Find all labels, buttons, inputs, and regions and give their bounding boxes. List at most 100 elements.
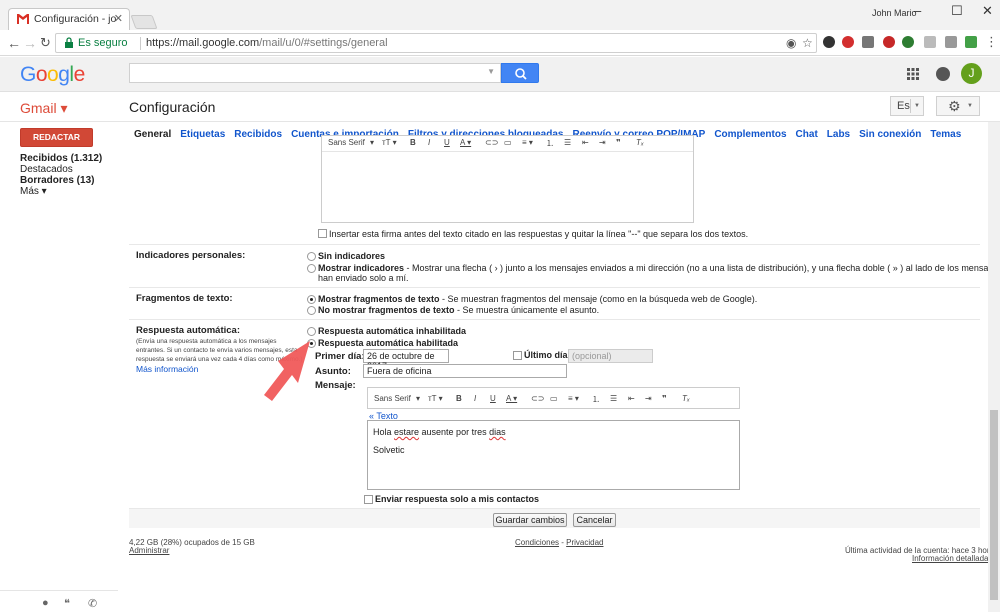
italic-icon[interactable]: I: [428, 138, 430, 147]
indent-more-icon[interactable]: ⇥: [599, 138, 606, 147]
link-icon[interactable]: ⊂⊃: [485, 138, 498, 147]
manage-storage-link[interactable]: Administrar: [129, 546, 169, 555]
sidebar-item-inbox[interactable]: Recibidos (1.312): [20, 153, 102, 164]
bookmark-star-icon[interactable]: ☆: [802, 36, 813, 50]
no-indicators-radio[interactable]: [307, 252, 316, 261]
link-icon[interactable]: ⊂⊃: [531, 394, 544, 403]
contacts-only-checkbox[interactable]: [364, 495, 373, 504]
lock-icon: [65, 37, 73, 48]
gmail-menu[interactable]: Gmail ▾: [20, 100, 67, 117]
show-snippets-radio[interactable]: [307, 295, 316, 304]
tab-labs[interactable]: Labs: [827, 129, 850, 140]
forward-icon[interactable]: →: [23, 35, 37, 51]
font-size-icon[interactable]: тT ▾: [382, 138, 397, 147]
bulleted-list-icon[interactable]: ☰: [564, 138, 571, 147]
quote-icon[interactable]: ❞: [662, 394, 667, 403]
extension-icon[interactable]: [965, 36, 977, 48]
underline-icon[interactable]: U: [490, 394, 496, 403]
numbered-list-icon[interactable]: ⒈: [592, 394, 600, 405]
last-day-checkbox[interactable]: [513, 351, 522, 360]
eye-icon[interactable]: ◉: [786, 36, 796, 50]
align-icon[interactable]: ≡ ▾: [522, 138, 533, 147]
extension-icon[interactable]: [862, 36, 874, 48]
more-info-link[interactable]: Más información: [136, 364, 198, 374]
activity-details-link[interactable]: Información detallada: [912, 554, 989, 563]
close-tab-icon[interactable]: ✕: [114, 12, 123, 25]
hide-snippets-radio[interactable]: [307, 306, 316, 315]
first-day-input[interactable]: 26 de octubre de 2017: [363, 349, 449, 371]
minimize-icon[interactable]: –: [914, 3, 921, 18]
address-bar[interactable]: Es seguro https://mail.google.com/mail/u…: [55, 33, 817, 53]
tab-chat[interactable]: Chat: [796, 129, 818, 140]
signature-placement-checkbox[interactable]: [318, 229, 327, 238]
bold-icon[interactable]: B: [456, 394, 462, 403]
language-button[interactable]: Es ▼: [890, 96, 924, 116]
subject-input[interactable]: Fuera de oficina: [363, 364, 567, 378]
indent-less-icon[interactable]: ⇤: [582, 138, 589, 147]
text-color-icon[interactable]: A ▾: [506, 394, 517, 403]
search-button[interactable]: [501, 63, 539, 83]
font-select[interactable]: Sans Serif: [374, 394, 411, 403]
search-input[interactable]: ▼: [129, 63, 501, 83]
sidebar-item-starred[interactable]: Destacados: [20, 164, 73, 175]
apps-grid-icon[interactable]: [907, 68, 919, 80]
extension-icon[interactable]: [945, 36, 957, 48]
settings-button[interactable]: ⚙ ▼: [936, 96, 980, 116]
privacy-link[interactable]: Privacidad: [566, 538, 603, 547]
numbered-list-icon[interactable]: ⒈: [546, 138, 554, 149]
cancel-button[interactable]: Cancelar: [573, 513, 616, 527]
show-indicators-radio[interactable]: [307, 264, 316, 273]
maximize-icon[interactable]: ☐: [951, 3, 963, 19]
tab-general[interactable]: General: [134, 129, 171, 140]
font-size-icon[interactable]: тT ▾: [428, 394, 443, 403]
tab-labels[interactable]: Etiquetas: [180, 129, 225, 140]
tab-addons[interactable]: Complementos: [714, 129, 786, 140]
avatar[interactable]: J: [961, 63, 982, 84]
contacts-icon[interactable]: ●: [42, 597, 49, 609]
extension-icon[interactable]: [924, 36, 936, 48]
menu-icon[interactable]: ⋮: [985, 34, 998, 50]
image-icon[interactable]: ▭: [550, 394, 558, 403]
font-select[interactable]: Sans Serif: [328, 138, 365, 147]
underline-icon[interactable]: U: [444, 138, 450, 147]
browser-tab[interactable]: Configuración - johnma ✕: [8, 8, 130, 31]
remove-formatting-icon[interactable]: Tₓ: [636, 138, 644, 147]
new-tab-button[interactable]: [130, 15, 158, 29]
extension-icon[interactable]: [883, 36, 895, 48]
image-icon[interactable]: ▭: [504, 138, 512, 147]
align-icon[interactable]: ≡ ▾: [568, 394, 579, 403]
message-body-input[interactable]: Hola estare ausente por tres dias Solvet…: [367, 420, 740, 490]
notifications-bell-icon[interactable]: [936, 67, 950, 81]
tab-offline[interactable]: Sin conexión: [859, 129, 921, 140]
search-options-icon[interactable]: ▼: [487, 67, 495, 76]
close-window-icon[interactable]: ✕: [982, 3, 993, 19]
contacts-only-label: Enviar respuesta solo a mis contactos: [375, 494, 540, 504]
save-button[interactable]: Guardar cambios: [493, 513, 567, 527]
phone-icon[interactable]: ✆: [88, 597, 97, 610]
signature-editor[interactable]: Sans Serif ▾ тT ▾ B I U A ▾ ⊂⊃ ▭ ≡ ▾ ⒈ ☰…: [321, 135, 694, 223]
back-icon[interactable]: ←: [7, 35, 21, 51]
bold-icon[interactable]: B: [410, 138, 416, 147]
indent-less-icon[interactable]: ⇤: [628, 394, 635, 403]
quote-icon[interactable]: ❞: [616, 138, 621, 147]
last-day-input[interactable]: (opcional): [568, 349, 653, 363]
header-divider: [0, 121, 1000, 122]
reload-icon[interactable]: ↻: [40, 35, 51, 51]
hangouts-icon[interactable]: ❝: [64, 597, 70, 610]
remove-formatting-icon[interactable]: Tₓ: [682, 394, 690, 403]
sidebar-item-more[interactable]: Más ▾: [20, 186, 47, 197]
bulleted-list-icon[interactable]: ☰: [610, 394, 617, 403]
terms-link[interactable]: Condiciones: [515, 538, 559, 547]
extension-icon[interactable]: [842, 36, 854, 48]
sidebar-item-drafts[interactable]: Borradores (13): [20, 175, 94, 186]
italic-icon[interactable]: I: [474, 394, 476, 403]
scrollbar-thumb[interactable]: [990, 410, 998, 600]
compose-button[interactable]: REDACTAR: [20, 128, 93, 147]
tab-inbox[interactable]: Recibidos: [234, 129, 282, 140]
text-color-icon[interactable]: A ▾: [460, 138, 471, 147]
google-logo[interactable]: Google: [20, 63, 85, 87]
extension-icon[interactable]: [823, 36, 835, 48]
indent-more-icon[interactable]: ⇥: [645, 394, 652, 403]
extension-icon[interactable]: [902, 36, 914, 48]
tab-themes[interactable]: Temas: [930, 129, 961, 140]
